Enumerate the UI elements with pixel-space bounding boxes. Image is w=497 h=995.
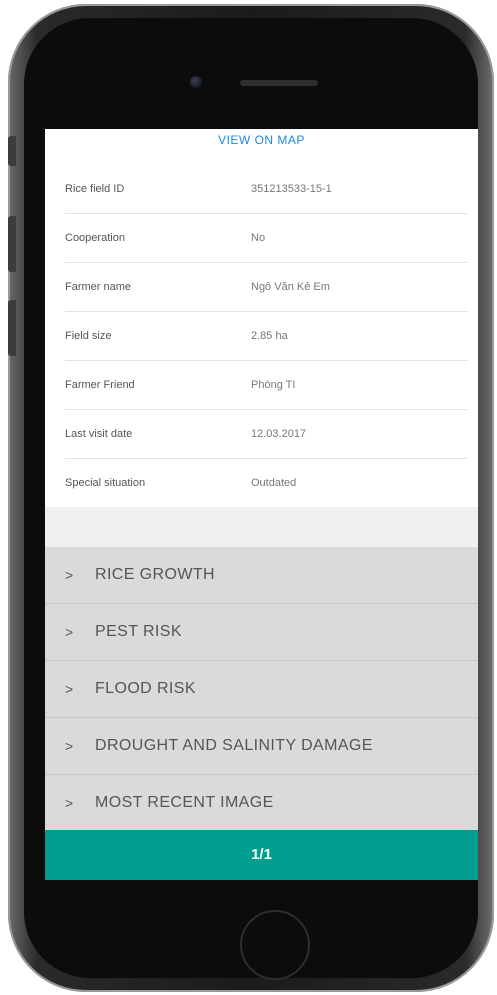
info-row-rice-field-id: Rice field ID 351213533-15-1 bbox=[65, 165, 468, 214]
mute-switch bbox=[8, 136, 16, 166]
info-row-last-visit-date: Last visit date 12.03.2017 bbox=[65, 410, 468, 459]
info-label: Cooperation bbox=[65, 232, 125, 244]
info-label: Last visit date bbox=[65, 428, 133, 440]
info-label: Farmer Friend bbox=[65, 379, 135, 391]
chevron-right-icon: > bbox=[65, 567, 74, 583]
chevron-right-icon: > bbox=[65, 624, 74, 640]
earpiece-speaker bbox=[240, 80, 318, 86]
info-value: 12.03.2017 bbox=[251, 428, 307, 440]
section-label: DROUGHT AND SALINITY DAMAGE bbox=[95, 737, 373, 754]
volume-up-button bbox=[8, 216, 16, 272]
section-label: PEST RISK bbox=[95, 623, 182, 640]
info-label: Farmer name bbox=[65, 281, 132, 293]
section-most-recent-image[interactable]: > MOST RECENT IMAGE bbox=[45, 775, 478, 832]
info-value: Outdated bbox=[251, 477, 297, 489]
info-value: 2.85 ha bbox=[251, 330, 288, 342]
info-row-field-size: Field size 2.85 ha bbox=[65, 312, 468, 361]
section-flood-risk[interactable]: > FLOOD RISK bbox=[45, 661, 478, 718]
info-row-farmer-name: Farmer name Ngô Văn Kẻ Em bbox=[65, 263, 468, 312]
section-label: MOST RECENT IMAGE bbox=[95, 794, 274, 811]
info-label: Rice field ID bbox=[65, 183, 125, 195]
info-label: Special situation bbox=[65, 477, 146, 489]
section-rice-growth[interactable]: > RICE GROWTH bbox=[45, 547, 478, 604]
volume-down-button bbox=[8, 300, 16, 356]
pager-indicator[interactable]: 1/1 bbox=[45, 830, 478, 880]
info-label: Field size bbox=[65, 330, 112, 342]
chevron-right-icon: > bbox=[65, 738, 74, 754]
info-value: 351213533-15-1 bbox=[251, 183, 332, 195]
view-on-map-link[interactable]: VIEW ON MAP bbox=[45, 129, 478, 165]
section-drought-salinity[interactable]: > DROUGHT AND SALINITY DAMAGE bbox=[45, 718, 478, 775]
phone-frame: VIEW ON MAP Rice field ID 351213533-15-1… bbox=[8, 4, 494, 992]
home-button[interactable] bbox=[240, 910, 310, 980]
info-row-cooperation: Cooperation No bbox=[65, 214, 468, 263]
section-label: RICE GROWTH bbox=[95, 566, 215, 583]
info-row-special-situation: Special situation Outdated bbox=[65, 459, 468, 507]
field-info-table: Rice field ID 351213533-15-1 Cooperation… bbox=[45, 165, 478, 507]
front-camera bbox=[190, 76, 202, 88]
chevron-right-icon: > bbox=[65, 795, 74, 811]
info-value: Phòng TI bbox=[251, 379, 296, 391]
section-pest-risk[interactable]: > PEST RISK bbox=[45, 604, 478, 661]
section-spacer bbox=[45, 507, 478, 547]
info-value: No bbox=[251, 232, 266, 244]
info-row-farmer-friend: Farmer Friend Phòng TI bbox=[65, 361, 468, 410]
info-value: Ngô Văn Kẻ Em bbox=[251, 281, 330, 293]
chevron-right-icon: > bbox=[65, 681, 74, 697]
section-label: FLOOD RISK bbox=[95, 680, 196, 697]
app-screen: VIEW ON MAP Rice field ID 351213533-15-1… bbox=[45, 129, 478, 880]
